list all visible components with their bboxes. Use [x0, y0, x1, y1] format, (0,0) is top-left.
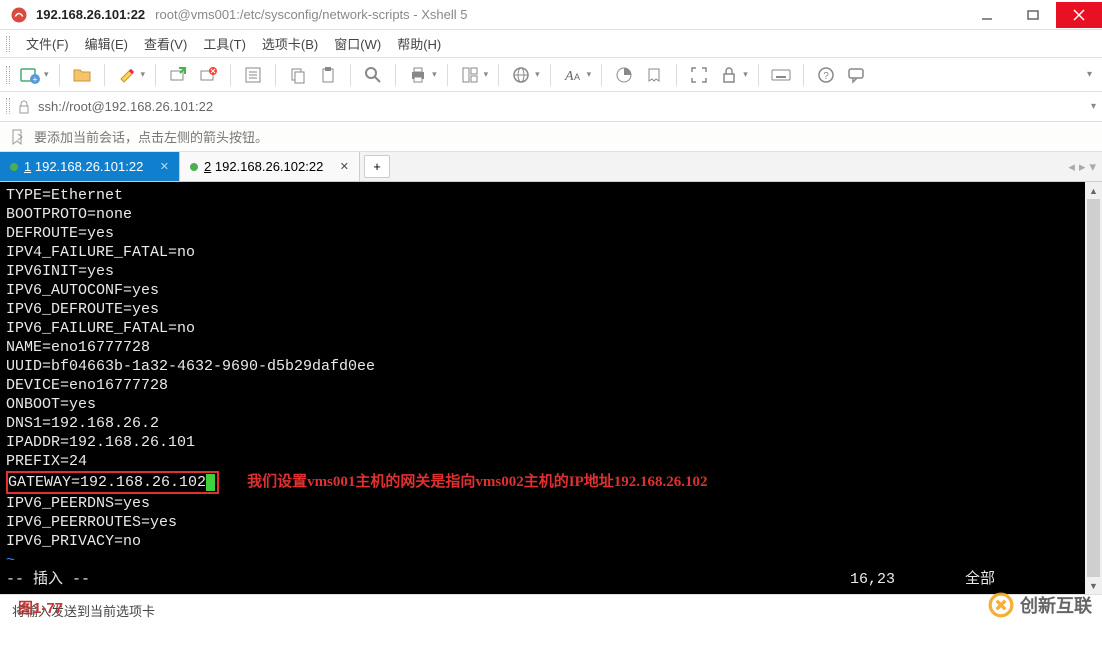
- tab-label: 1 192.168.26.101:22: [24, 159, 154, 174]
- app-icon: [10, 6, 28, 24]
- menu-view[interactable]: 查看(V): [136, 30, 195, 57]
- svg-text:+: +: [33, 75, 38, 84]
- menu-tab[interactable]: 选项卡(B): [254, 30, 326, 57]
- tab-label: 2 192.168.26.102:22: [204, 159, 334, 174]
- figure-label: 图1-77: [18, 597, 63, 618]
- script-icon[interactable]: [642, 63, 666, 87]
- copy-icon[interactable]: [286, 63, 310, 87]
- addressbar-overflow-icon[interactable]: ▾: [1091, 101, 1096, 112]
- grip-icon[interactable]: [6, 98, 10, 114]
- status-dot-icon: [10, 163, 18, 171]
- scroll-up-icon[interactable]: ▲: [1085, 182, 1102, 199]
- dropdown-icon[interactable]: ▾: [484, 69, 489, 80]
- status-dot-icon: [190, 163, 198, 171]
- reconnect-icon[interactable]: [166, 63, 190, 87]
- dropdown-icon[interactable]: ▾: [743, 69, 748, 80]
- fullscreen-icon[interactable]: [687, 63, 711, 87]
- addressbar: ssh://root@192.168.26.101:22 ▾: [0, 92, 1102, 122]
- maximize-button[interactable]: [1010, 2, 1056, 28]
- menu-file[interactable]: 文件(F): [18, 30, 77, 57]
- address-url[interactable]: ssh://root@192.168.26.101:22: [38, 99, 1083, 114]
- print-icon[interactable]: [406, 63, 430, 87]
- tabbar: 1 192.168.26.101:22 ✕ 2 192.168.26.102:2…: [0, 152, 1102, 182]
- chat-icon[interactable]: [844, 63, 868, 87]
- disconnect-icon[interactable]: [196, 63, 220, 87]
- menubar: 文件(F) 编辑(E) 查看(V) 工具(T) 选项卡(B) 窗口(W) 帮助(…: [0, 30, 1102, 58]
- svg-text:?: ?: [823, 71, 829, 82]
- dropdown-icon[interactable]: ▾: [44, 69, 49, 80]
- tab-next-icon[interactable]: ▸: [1079, 159, 1086, 175]
- menu-tools[interactable]: 工具(T): [195, 30, 254, 57]
- infobar: 要添加当前会话，点击左侧的箭头按钮。: [0, 122, 1102, 152]
- highlight-icon[interactable]: [115, 63, 139, 87]
- minimize-button[interactable]: [964, 2, 1010, 28]
- watermark: 创新互联: [988, 592, 1092, 618]
- svg-text:A: A: [564, 69, 574, 84]
- dropdown-icon[interactable]: ▾: [141, 69, 146, 80]
- title-path: root@vms001:/etc/sysconfig/network-scrip…: [155, 7, 467, 22]
- menu-window[interactable]: 窗口(W): [326, 30, 389, 57]
- open-icon[interactable]: [70, 63, 94, 87]
- font-icon[interactable]: AA: [561, 63, 585, 87]
- tab-menu-icon[interactable]: ▾: [1089, 159, 1096, 175]
- color-scheme-icon[interactable]: [612, 63, 636, 87]
- scrollbar[interactable]: ▲ ▼: [1085, 182, 1102, 594]
- svg-text:A: A: [574, 72, 580, 82]
- menu-edit[interactable]: 编辑(E): [77, 30, 136, 57]
- scrollbar-thumb[interactable]: [1087, 199, 1100, 577]
- tab-close-icon[interactable]: ✕: [340, 160, 349, 173]
- grip-icon[interactable]: [6, 66, 10, 84]
- bookmark-arrow-icon[interactable]: [10, 129, 26, 145]
- tab-prev-icon[interactable]: ◂: [1068, 159, 1075, 175]
- tab-close-icon[interactable]: ✕: [160, 160, 169, 173]
- paste-icon[interactable]: [316, 63, 340, 87]
- window-controls: [964, 2, 1102, 28]
- lock-small-icon: [18, 100, 30, 114]
- keyboard-icon[interactable]: [769, 63, 793, 87]
- close-button[interactable]: [1056, 2, 1102, 28]
- dropdown-icon[interactable]: ▾: [432, 69, 437, 80]
- tab-session-1[interactable]: 1 192.168.26.101:22 ✕: [0, 152, 180, 181]
- toolbar-overflow-icon[interactable]: ▾: [1087, 69, 1096, 80]
- add-tab-button[interactable]: +: [364, 155, 390, 178]
- title-host: 192.168.26.101:22: [36, 7, 145, 22]
- grip-icon[interactable]: [6, 36, 10, 52]
- properties-icon[interactable]: [241, 63, 265, 87]
- titlebar: 192.168.26.101:22 root@vms001:/etc/sysco…: [0, 0, 1102, 30]
- watermark-icon: [988, 592, 1014, 618]
- terminal[interactable]: TYPE=Ethernet BOOTPROTO=none DEFROUTE=ye…: [0, 182, 1085, 594]
- help-icon[interactable]: ?: [814, 63, 838, 87]
- statusbar: 将输入发送到当前选项卡: [0, 594, 1102, 626]
- tab-session-2[interactable]: 2 192.168.26.102:22 ✕: [180, 152, 360, 181]
- toolbar: + ▾ ▾ ▾ ▾ ▾ AA ▾ ▾ ? ▾: [0, 58, 1102, 92]
- new-session-icon[interactable]: +: [18, 63, 42, 87]
- dropdown-icon[interactable]: ▾: [587, 69, 592, 80]
- layout-icon[interactable]: [458, 63, 482, 87]
- tab-nav: ◂ ▸ ▾: [1062, 152, 1102, 181]
- dropdown-icon[interactable]: ▾: [535, 69, 540, 80]
- infobar-hint: 要添加当前会话，点击左侧的箭头按钮。: [34, 127, 268, 146]
- search-icon[interactable]: [361, 63, 385, 87]
- watermark-text: 创新互联: [1020, 592, 1092, 618]
- globe-icon[interactable]: [509, 63, 533, 87]
- menu-help[interactable]: 帮助(H): [389, 30, 449, 57]
- lock-icon[interactable]: [717, 63, 741, 87]
- terminal-area: TYPE=Ethernet BOOTPROTO=none DEFROUTE=ye…: [0, 182, 1102, 594]
